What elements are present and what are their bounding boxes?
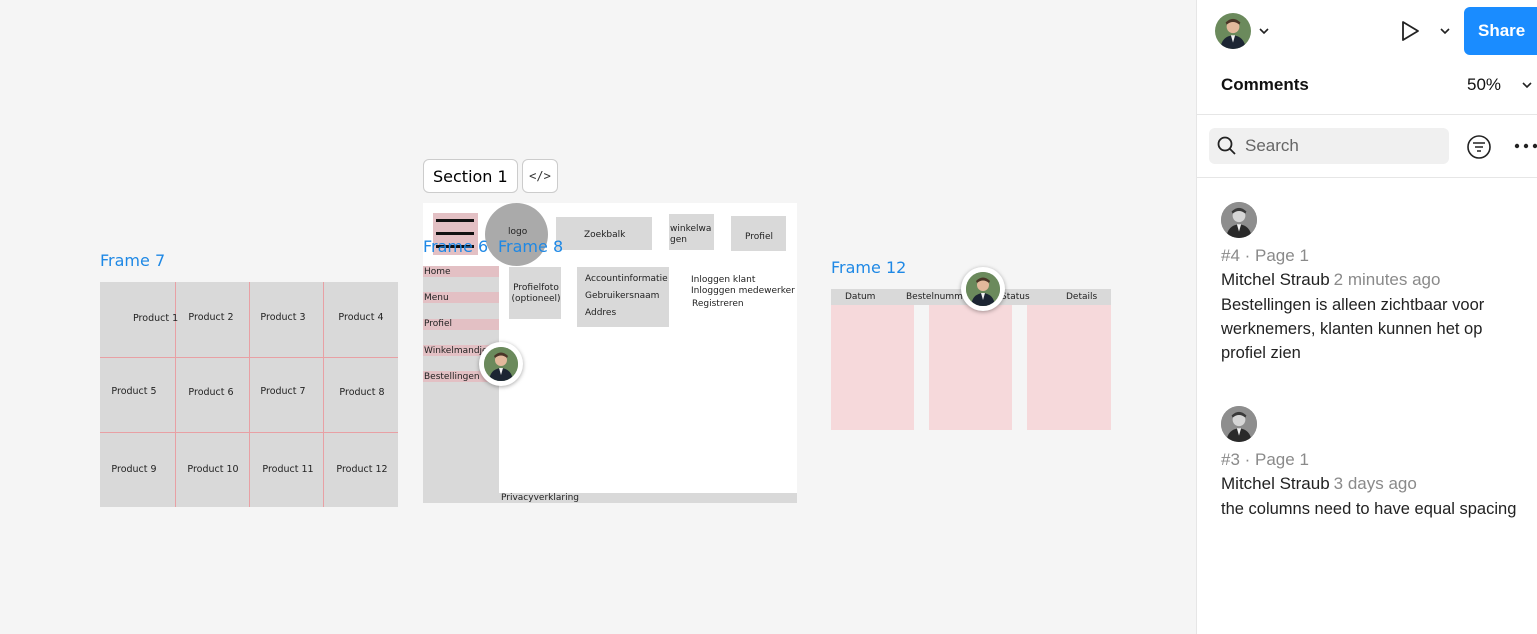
- avatar: [1221, 202, 1257, 238]
- nav-item: Profiel: [424, 319, 452, 329]
- search-placeholder: Search: [1245, 136, 1299, 155]
- product-cell: Product 5: [111, 386, 157, 397]
- nav-item: Bestellingen: [424, 372, 480, 382]
- login-link: Registreren: [692, 299, 744, 309]
- avatar: [1221, 406, 1257, 442]
- frame-7-label[interactable]: Frame 7: [100, 251, 165, 270]
- column-header: Datum: [845, 292, 876, 302]
- avatar[interactable]: [1215, 13, 1251, 49]
- filter-icon[interactable]: [1466, 134, 1492, 160]
- zoom-level[interactable]: 50%: [1467, 75, 1501, 95]
- footer-label: Privacyverklaring: [501, 493, 579, 503]
- comment-body: Bestellingen is alleen zichtbaar voor we…: [1221, 296, 1485, 362]
- comment-time: 3 days ago: [1333, 474, 1417, 493]
- product-cell: Product 11: [262, 464, 314, 475]
- chevron-down-icon[interactable]: [1439, 26, 1451, 36]
- logo-label: logo: [508, 227, 528, 237]
- frame-12[interactable]: Datum Bestelnummer Status Details: [831, 289, 1111, 430]
- share-button[interactable]: Share: [1464, 7, 1537, 55]
- account-info-line: Gebruikersnaam: [585, 291, 660, 301]
- nav-item: Winkelmandje: [424, 346, 488, 356]
- frame-6-label[interactable]: Frame 6: [423, 237, 488, 256]
- chevron-down-icon[interactable]: [1521, 80, 1533, 90]
- design-canvas[interactable]: Frame 7 Product 1 Product 2 Product 3 Pr…: [0, 0, 1196, 634]
- product-cell: Product 9: [111, 464, 157, 475]
- column-header: Details: [1066, 292, 1098, 302]
- product-cell: Product 12: [336, 464, 388, 475]
- panel-title: Comments: [1221, 75, 1309, 94]
- frame-12-label[interactable]: Frame 12: [831, 258, 906, 277]
- frame-8-label[interactable]: Frame 8: [498, 237, 563, 256]
- product-cell: Product 2: [188, 312, 234, 323]
- cart-box-label: winkelwa gen: [670, 224, 712, 245]
- product-cell: Product 6: [188, 387, 234, 398]
- profile-photo-label: Profielfoto (optioneel): [511, 283, 561, 304]
- chevron-down-icon[interactable]: [1258, 26, 1270, 36]
- comment-author: Mitchel Straub: [1221, 474, 1330, 493]
- comment-author-line: Mitchel Straub 2 minutes ago: [1221, 270, 1440, 290]
- account-info-line: Accountinformatie: [585, 274, 668, 284]
- comment-body: the columns need to have equal spacing: [1221, 500, 1517, 518]
- frame-7[interactable]: Product 1 Product 2 Product 3 Product 4 …: [100, 282, 398, 507]
- account-info-line: Addres: [585, 308, 617, 318]
- product-cell: Product 8: [339, 387, 385, 398]
- code-icon[interactable]: </>: [522, 159, 558, 193]
- login-link: Inlogggen medewerker: [691, 286, 795, 296]
- product-cell: Product 1: [133, 313, 179, 324]
- comment-author-line: Mitchel Straub 3 days ago: [1221, 474, 1417, 494]
- nav-item: Menu: [424, 293, 449, 303]
- avatar: [966, 272, 1000, 306]
- column-header: Status: [1001, 292, 1030, 302]
- avatar: [484, 347, 518, 381]
- comment-time: 2 minutes ago: [1333, 270, 1441, 289]
- search-icon: [1217, 136, 1236, 155]
- play-icon[interactable]: [1399, 19, 1421, 43]
- nav-item: Home: [424, 267, 451, 277]
- product-cell: Product 4: [338, 312, 384, 323]
- product-cell: Product 7: [260, 386, 306, 397]
- more-icon[interactable]: [1514, 140, 1537, 152]
- comment-meta: #3 · Page 1: [1221, 450, 1309, 469]
- comment-pin[interactable]: [479, 342, 523, 386]
- search-box-label: Zoekbalk: [584, 230, 626, 240]
- search-input[interactable]: Search: [1209, 128, 1449, 164]
- profile-box-label: Profiel: [745, 232, 773, 242]
- login-link: Inloggen klant: [691, 275, 756, 285]
- product-cell: Product 10: [187, 464, 239, 475]
- section-1-label[interactable]: Section 1: [423, 159, 518, 193]
- comment-author: Mitchel Straub: [1221, 270, 1330, 289]
- product-cell: Product 3: [260, 312, 306, 323]
- comment-meta: #4 · Page 1: [1221, 246, 1309, 265]
- comment-pin[interactable]: [961, 267, 1005, 311]
- comments-panel: Share Comments 50% Search #4 · Page 1 Mi…: [1196, 0, 1537, 634]
